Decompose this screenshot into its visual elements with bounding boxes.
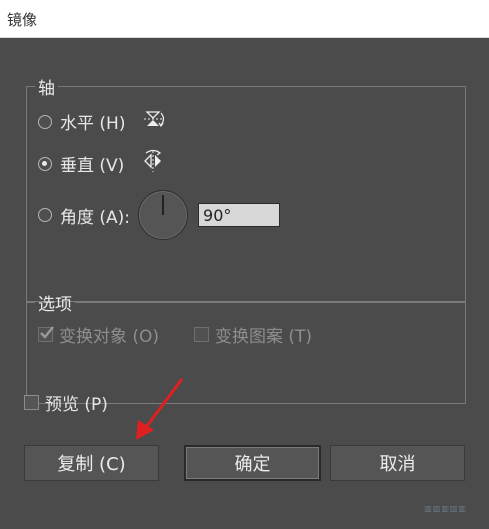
- angle-dial-icon[interactable]: [138, 190, 189, 240]
- transform-patterns-label: 变换图案 (T): [215, 327, 313, 347]
- transform-objects-checkbox[interactable]: [38, 326, 54, 342]
- watermark: ▥▥▥▥▥: [424, 504, 467, 513]
- title-bar: 镜像: [0, 0, 489, 38]
- angle-radio[interactable]: [38, 208, 52, 222]
- angle-option[interactable]: 角度 (A):: [38, 190, 281, 240]
- angle-label: 角度 (A):: [60, 207, 131, 228]
- copy-button[interactable]: 复制 (C): [24, 445, 159, 481]
- angle-input[interactable]: [198, 203, 281, 227]
- vertical-option[interactable]: 垂直 (V): [38, 149, 166, 178]
- horizontal-radio[interactable]: [38, 114, 52, 129]
- options-legend: 选项: [38, 295, 72, 315]
- vertical-radio[interactable]: [38, 156, 52, 171]
- mirror-horizontal-icon: [141, 108, 167, 135]
- red-arrow-annotation: [136, 378, 184, 440]
- transform-patterns-option[interactable]: 变换图案 (T): [194, 322, 312, 347]
- window-title: 镜像: [7, 11, 38, 29]
- ok-button[interactable]: 确定: [184, 445, 321, 481]
- axis-legend: 轴: [38, 79, 55, 99]
- vertical-label: 垂直 (V): [60, 156, 125, 176]
- preview-checkbox[interactable]: [24, 395, 39, 410]
- transform-objects-option[interactable]: 变换对象 (O): [38, 322, 159, 347]
- cancel-button[interactable]: 取消: [330, 445, 465, 481]
- mirror-vertical-icon: [140, 149, 166, 178]
- options-group: 选项: [26, 290, 466, 404]
- horizontal-label: 水平 (H): [60, 114, 126, 134]
- transform-objects-label: 变换对象 (O): [59, 327, 160, 347]
- preview-option[interactable]: 预览 (P): [24, 390, 108, 415]
- horizontal-option[interactable]: 水平 (H): [38, 108, 167, 135]
- transform-patterns-checkbox[interactable]: [194, 327, 209, 342]
- preview-label: 预览 (P): [45, 395, 108, 415]
- checkmark-icon: [40, 326, 54, 339]
- mirror-dialog: 轴 水平 (H) 垂直 (V) 角度 (A): 90° 选项 变换对象 (O) …: [0, 38, 489, 529]
